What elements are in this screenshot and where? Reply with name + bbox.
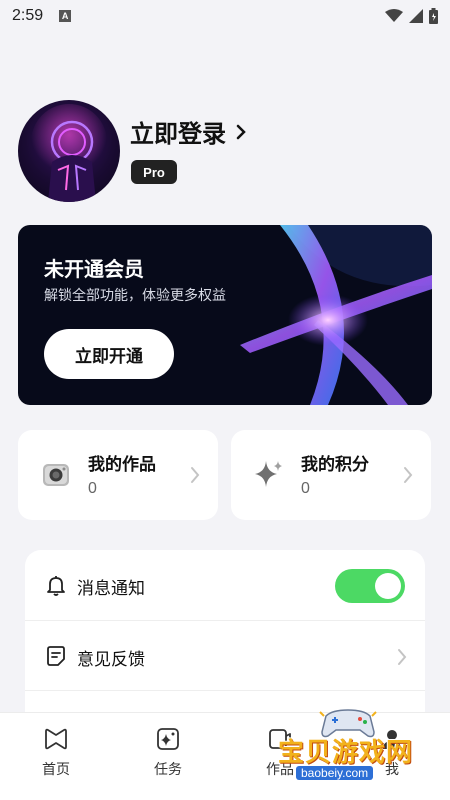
chevron-right-icon — [236, 124, 246, 139]
my-works-value: 0 — [88, 480, 97, 497]
membership-title: 未开通会员 — [44, 257, 144, 281]
battery-icon — [429, 8, 438, 24]
chevron-right-icon — [398, 649, 407, 665]
watermark-text: 宝贝游戏网 — [278, 738, 414, 768]
feedback-label: 意见反馈 — [77, 650, 145, 670]
status-time: 2:59 — [12, 7, 44, 24]
membership-subtitle: 解锁全部功能，体验更多权益 — [44, 288, 226, 304]
login-label: 立即登录 — [130, 120, 226, 148]
my-points-card[interactable]: 我的积分 0 — [231, 430, 431, 520]
status-bar: 2:59 A — [0, 0, 450, 32]
nav-home[interactable]: 首页 — [26, 725, 86, 779]
chevron-right-icon — [191, 467, 200, 483]
my-works-card[interactable]: 我的作品 0 — [18, 430, 218, 520]
task-icon — [157, 728, 179, 750]
membership-card[interactable]: 未开通会员 解锁全部功能，体验更多权益 立即开通 — [18, 225, 432, 405]
avatar-image — [31, 104, 107, 202]
login-link[interactable]: 立即登录 — [130, 114, 246, 149]
nav-task-label: 任务 — [154, 762, 182, 778]
home-icon — [45, 728, 67, 750]
bell-icon — [47, 576, 65, 596]
wifi-icon — [385, 9, 403, 22]
camera-icon — [43, 464, 69, 486]
toggle-knob — [375, 573, 401, 599]
activate-membership-button[interactable]: 立即开通 — [44, 329, 174, 379]
avatar[interactable] — [18, 100, 120, 202]
sparkle-icon — [255, 461, 282, 487]
nav-home-label: 首页 — [42, 762, 70, 778]
pro-badge: Pro — [131, 160, 177, 184]
notification-label: 消息通知 — [77, 579, 145, 599]
watermark: 宝贝游戏网 baobeiy.com — [278, 708, 428, 788]
chevron-right-icon — [404, 467, 413, 483]
feedback-setting[interactable]: 意见反馈 — [25, 620, 425, 690]
signal-icon — [409, 9, 423, 23]
notification-setting[interactable]: 消息通知 — [25, 550, 425, 620]
my-points-label: 我的积分 — [301, 455, 369, 475]
status-icons — [385, 8, 438, 24]
notification-toggle[interactable] — [335, 569, 405, 603]
my-points-value: 0 — [301, 480, 310, 497]
my-works-label: 我的作品 — [88, 455, 156, 475]
watermark-url: baobeiy.com — [296, 766, 374, 780]
feedback-icon — [47, 646, 65, 666]
nav-task[interactable]: 任务 — [138, 725, 198, 779]
notification-indicator: A — [59, 10, 72, 22]
